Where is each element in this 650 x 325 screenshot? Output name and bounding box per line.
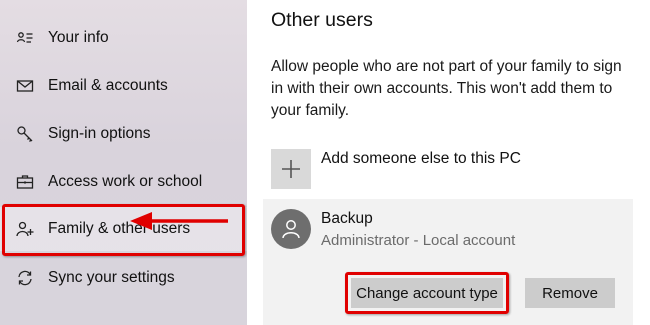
avatar [271, 209, 311, 249]
add-user-label[interactable]: Add someone else to this PC [321, 150, 521, 168]
account-type: Administrator - Local account [321, 232, 516, 249]
page-description: Allow people who are not part of your fa… [271, 58, 622, 119]
sidebar-item-email-accounts[interactable]: Email & accounts [0, 64, 247, 108]
page-title: Other users [271, 9, 373, 31]
add-user-button[interactable] [271, 149, 311, 189]
sidebar-item-your-info[interactable]: Your info [0, 16, 247, 60]
sync-icon [16, 269, 34, 287]
plus-icon [282, 160, 300, 178]
change-account-type-button[interactable]: Change account type [351, 278, 503, 308]
sidebar-item-label: Email & accounts [48, 77, 168, 94]
briefcase-icon [16, 173, 34, 191]
mail-icon [16, 77, 34, 95]
sidebar-item-sign-in-options[interactable]: Sign-in options [0, 112, 247, 156]
sidebar-item-label: Access work or school [48, 173, 203, 190]
main-content: Other users Allow people who are not par… [247, 0, 650, 325]
sidebar-item-label: Sign-in options [48, 125, 151, 142]
contact-card-icon [16, 29, 34, 47]
remove-button[interactable]: Remove [525, 278, 615, 308]
add-person-icon [16, 220, 34, 238]
sidebar-item-family-other-users[interactable]: Family & other users [0, 207, 247, 251]
account-panel[interactable]: Backup Administrator - Local account Cha… [263, 199, 633, 325]
person-icon [282, 220, 300, 239]
sidebar-item-label: Family & other users [48, 220, 191, 237]
sidebar-item-access-work-school[interactable]: Access work or school [0, 160, 247, 204]
sidebar-item-label: Sync your settings [48, 269, 175, 286]
account-name: Backup [321, 210, 373, 227]
sidebar-item-label: Your info [48, 29, 109, 46]
key-icon [16, 125, 34, 143]
sidebar-item-sync-settings[interactable]: Sync your settings [0, 256, 247, 300]
sidebar: Your info Email & accounts Sign-in optio… [0, 0, 247, 325]
